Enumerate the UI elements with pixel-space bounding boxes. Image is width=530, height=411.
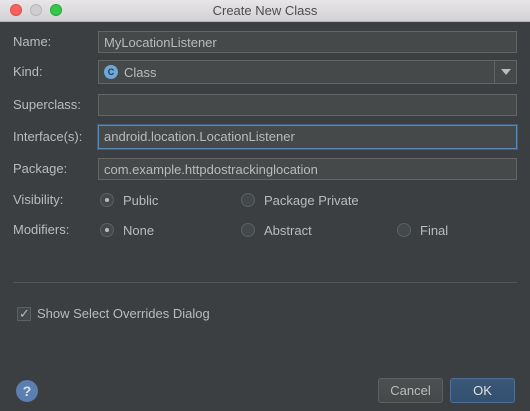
checkbox-checked-icon: [17, 306, 31, 322]
modifier-none-radio[interactable]: None: [100, 221, 154, 239]
package-label: Package:: [13, 161, 68, 176]
modifiers-label: Modifiers:: [13, 222, 70, 237]
interfaces-label: Interface(s):: [13, 129, 83, 144]
kind-dropdown-button[interactable]: [494, 61, 516, 83]
modifier-final-label: Final: [420, 222, 449, 238]
visibility-public-label: Public: [123, 192, 159, 208]
visibility-label: Visibility:: [13, 192, 64, 207]
superclass-field[interactable]: [98, 94, 517, 116]
name-field[interactable]: MyLocationListener: [98, 31, 517, 53]
kind-select[interactable]: C Class: [98, 60, 517, 84]
title-bar: Create New Class: [0, 0, 530, 22]
show-overrides-label: Show Select Overrides Dialog: [37, 306, 210, 321]
kind-select-value: Class: [124, 65, 157, 80]
name-label: Name:: [13, 34, 52, 49]
separator: [13, 282, 517, 283]
cancel-button[interactable]: Cancel: [378, 378, 443, 403]
radio-unselected-icon: [241, 193, 255, 207]
chevron-down-icon: [501, 69, 511, 75]
modifier-final-radio[interactable]: Final: [397, 221, 448, 239]
show-overrides-checkbox[interactable]: Show Select Overrides Dialog: [17, 306, 210, 322]
radio-selected-icon: [100, 223, 114, 237]
modifier-none-label: None: [123, 222, 155, 238]
kind-label: Kind:: [13, 64, 43, 79]
radio-selected-icon: [100, 193, 114, 207]
package-field[interactable]: com.example.httpdostrackinglocation: [98, 158, 517, 180]
visibility-package-private-radio[interactable]: Package Private: [241, 191, 359, 209]
class-icon: C: [104, 65, 118, 79]
superclass-label: Superclass:: [13, 97, 81, 112]
modifier-abstract-radio[interactable]: Abstract: [241, 221, 312, 239]
ok-button[interactable]: OK: [450, 378, 515, 403]
window-title: Create New Class: [212, 3, 318, 18]
interfaces-field[interactable]: android.location.LocationListener: [98, 125, 517, 149]
visibility-public-radio[interactable]: Public: [100, 191, 158, 209]
radio-unselected-icon: [397, 223, 411, 237]
visibility-package-private-label: Package Private: [264, 192, 359, 208]
radio-unselected-icon: [241, 223, 255, 237]
help-icon[interactable]: ?: [16, 380, 38, 402]
modifier-abstract-label: Abstract: [264, 222, 312, 238]
